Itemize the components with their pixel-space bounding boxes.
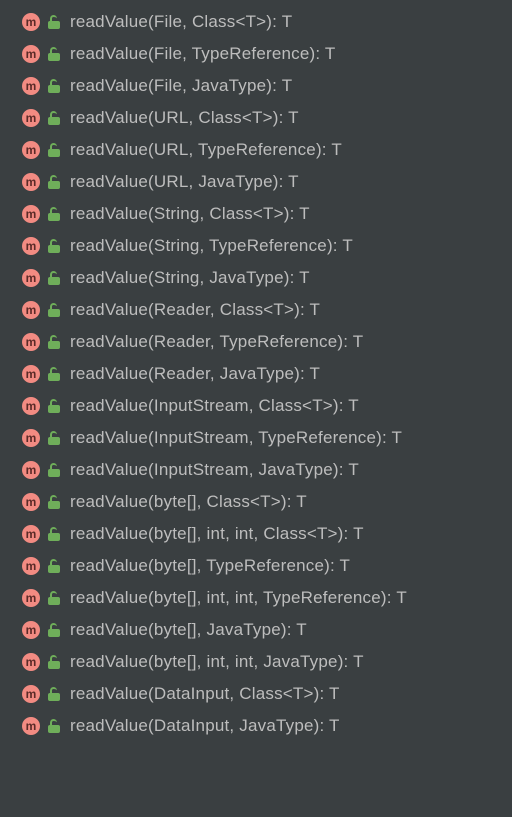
- method-signature: readValue(URL, TypeReference): T: [70, 140, 342, 160]
- method-signature: readValue(byte[], JavaType): T: [70, 620, 307, 640]
- method-item[interactable]: m readValue(byte[], TypeReference): T: [0, 550, 512, 582]
- method-item[interactable]: m readValue(DataInput, JavaType): T: [0, 710, 512, 742]
- method-item[interactable]: m readValue(File, JavaType): T: [0, 70, 512, 102]
- method-icon: m: [22, 333, 40, 351]
- unlocked-icon: [48, 527, 60, 541]
- method-signature: readValue(InputStream, JavaType): T: [70, 460, 359, 480]
- method-list: m readValue(File, Class<T>): T m readValue(…: [0, 0, 512, 752]
- method-item[interactable]: m readValue(byte[], int, int, TypeReferen…: [0, 582, 512, 614]
- method-icon: m: [22, 685, 40, 703]
- unlocked-icon: [48, 495, 60, 509]
- method-icon: m: [22, 205, 40, 223]
- method-signature: readValue(Reader, Class<T>): T: [70, 300, 320, 320]
- unlocked-icon: [48, 143, 60, 157]
- method-signature: readValue(File, JavaType): T: [70, 76, 292, 96]
- method-signature: readValue(byte[], Class<T>): T: [70, 492, 307, 512]
- method-icon: m: [22, 717, 40, 735]
- method-signature: readValue(InputStream, Class<T>): T: [70, 396, 359, 416]
- method-signature: readValue(String, Class<T>): T: [70, 204, 310, 224]
- method-item[interactable]: m readValue(Reader, Class<T>): T: [0, 294, 512, 326]
- unlocked-icon: [48, 687, 60, 701]
- method-signature: readValue(Reader, TypeReference): T: [70, 332, 363, 352]
- method-icon: m: [22, 429, 40, 447]
- method-item[interactable]: m readValue(String, Class<T>): T: [0, 198, 512, 230]
- method-item[interactable]: m readValue(File, TypeReference): T: [0, 38, 512, 70]
- method-icon: m: [22, 557, 40, 575]
- unlocked-icon: [48, 399, 60, 413]
- unlocked-icon: [48, 303, 60, 317]
- unlocked-icon: [48, 15, 60, 29]
- method-item[interactable]: m readValue(InputStream, JavaType): T: [0, 454, 512, 486]
- method-signature: readValue(DataInput, Class<T>): T: [70, 684, 340, 704]
- method-item[interactable]: m readValue(File, Class<T>): T: [0, 6, 512, 38]
- method-signature: readValue(byte[], TypeReference): T: [70, 556, 350, 576]
- unlocked-icon: [48, 463, 60, 477]
- method-signature: readValue(DataInput, JavaType): T: [70, 716, 340, 736]
- method-item[interactable]: m readValue(Reader, TypeReference): T: [0, 326, 512, 358]
- unlocked-icon: [48, 207, 60, 221]
- method-item[interactable]: m readValue(URL, Class<T>): T: [0, 102, 512, 134]
- method-icon: m: [22, 397, 40, 415]
- unlocked-icon: [48, 431, 60, 445]
- method-item[interactable]: m readValue(URL, TypeReference): T: [0, 134, 512, 166]
- method-signature: readValue(URL, Class<T>): T: [70, 108, 299, 128]
- method-icon: m: [22, 525, 40, 543]
- method-icon: m: [22, 653, 40, 671]
- method-icon: m: [22, 461, 40, 479]
- method-item[interactable]: m readValue(InputStream, Class<T>): T: [0, 390, 512, 422]
- method-item[interactable]: m readValue(byte[], int, int, Class<T>): …: [0, 518, 512, 550]
- method-icon: m: [22, 269, 40, 287]
- method-icon: m: [22, 173, 40, 191]
- method-item[interactable]: m readValue(InputStream, TypeReference): …: [0, 422, 512, 454]
- unlocked-icon: [48, 111, 60, 125]
- method-icon: m: [22, 365, 40, 383]
- method-item[interactable]: m readValue(URL, JavaType): T: [0, 166, 512, 198]
- method-icon: m: [22, 621, 40, 639]
- method-item[interactable]: m readValue(String, TypeReference): T: [0, 230, 512, 262]
- method-signature: readValue(File, TypeReference): T: [70, 44, 336, 64]
- method-signature: readValue(InputStream, TypeReference): T: [70, 428, 402, 448]
- unlocked-icon: [48, 655, 60, 669]
- method-item[interactable]: m readValue(String, JavaType): T: [0, 262, 512, 294]
- unlocked-icon: [48, 239, 60, 253]
- method-signature: readValue(byte[], int, int, JavaType): T: [70, 652, 364, 672]
- method-icon: m: [22, 141, 40, 159]
- unlocked-icon: [48, 367, 60, 381]
- method-icon: m: [22, 237, 40, 255]
- method-item[interactable]: m readValue(DataInput, Class<T>): T: [0, 678, 512, 710]
- method-item[interactable]: m readValue(Reader, JavaType): T: [0, 358, 512, 390]
- unlocked-icon: [48, 559, 60, 573]
- method-signature: readValue(byte[], int, int, TypeReferenc…: [70, 588, 407, 608]
- unlocked-icon: [48, 271, 60, 285]
- unlocked-icon: [48, 335, 60, 349]
- method-icon: m: [22, 45, 40, 63]
- unlocked-icon: [48, 47, 60, 61]
- method-signature: readValue(String, TypeReference): T: [70, 236, 353, 256]
- method-icon: m: [22, 301, 40, 319]
- method-item[interactable]: m readValue(byte[], Class<T>): T: [0, 486, 512, 518]
- method-icon: m: [22, 109, 40, 127]
- method-signature: readValue(Reader, JavaType): T: [70, 364, 320, 384]
- method-icon: m: [22, 589, 40, 607]
- method-icon: m: [22, 493, 40, 511]
- method-signature: readValue(URL, JavaType): T: [70, 172, 299, 192]
- method-signature: readValue(File, Class<T>): T: [70, 12, 292, 32]
- method-icon: m: [22, 77, 40, 95]
- unlocked-icon: [48, 719, 60, 733]
- unlocked-icon: [48, 623, 60, 637]
- method-item[interactable]: m readValue(byte[], int, int, JavaType): …: [0, 646, 512, 678]
- unlocked-icon: [48, 175, 60, 189]
- method-icon: m: [22, 13, 40, 31]
- method-signature: readValue(byte[], int, int, Class<T>): T: [70, 524, 364, 544]
- unlocked-icon: [48, 591, 60, 605]
- unlocked-icon: [48, 79, 60, 93]
- method-item[interactable]: m readValue(byte[], JavaType): T: [0, 614, 512, 646]
- method-signature: readValue(String, JavaType): T: [70, 268, 310, 288]
